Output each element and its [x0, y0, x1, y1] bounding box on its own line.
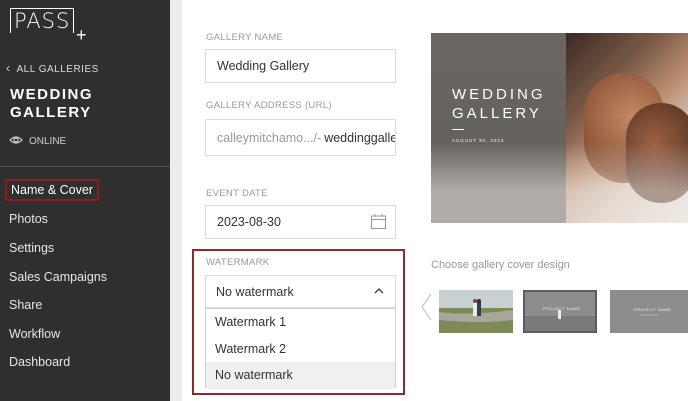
- gallery-name-value: Wedding Gallery: [217, 59, 310, 73]
- watermark-select[interactable]: No watermark: [205, 275, 396, 308]
- event-date-value: 2023-08-30: [217, 215, 281, 229]
- sidebar-item-dashboard[interactable]: Dashboard: [9, 355, 70, 369]
- cover-design-thumb[interactable]: [439, 290, 513, 333]
- cover-preview: WEDDING GALLERY AUGUST 30, 2023: [431, 33, 688, 223]
- gallery-title-line2: GALLERY: [10, 104, 92, 121]
- cover-title-line1: WEDDING: [452, 86, 546, 103]
- cover-design-thumb[interactable]: PROJECT NAME: [610, 290, 688, 333]
- sidebar-scroll-edge: [170, 0, 182, 401]
- all-galleries-link[interactable]: ‹ ALL GALLERIES: [6, 61, 99, 75]
- chevron-up-icon: [373, 285, 385, 300]
- watermark-selected-value: No watermark: [216, 284, 294, 299]
- cover-rule: [452, 129, 464, 130]
- cover-design-thumb[interactable]: PROJECT NAME: [523, 290, 597, 333]
- gallery-name-input[interactable]: Wedding Gallery: [205, 49, 396, 83]
- gallery-title: WEDDING GALLERY: [10, 86, 130, 122]
- sidebar-item-sales-campaigns[interactable]: Sales Campaigns: [9, 270, 107, 284]
- sidebar-item-share[interactable]: Share: [9, 298, 42, 312]
- pass-logo[interactable]: PASS +: [10, 8, 87, 44]
- cover-design-caption: Choose gallery cover design: [431, 259, 570, 271]
- logo-text: PASS: [10, 8, 75, 33]
- eye-icon: [9, 135, 23, 148]
- watermark-option[interactable]: No watermark: [206, 362, 395, 389]
- watermark-option[interactable]: Watermark 1: [206, 309, 395, 336]
- cover-title-line2: GALLERY: [452, 105, 542, 122]
- sidebar-item-settings[interactable]: Settings: [9, 241, 54, 255]
- gallery-title-line1: WEDDING: [10, 86, 93, 103]
- sidebar-item-photos[interactable]: Photos: [9, 212, 48, 226]
- all-galleries-label: ALL GALLERIES: [16, 64, 99, 75]
- event-date-input[interactable]: 2023-08-30: [205, 205, 396, 239]
- chevron-left-icon: ‹: [6, 61, 11, 75]
- sidebar-item-name-cover[interactable]: Name & Cover: [5, 179, 99, 201]
- gallery-address-slug: weddinggallery: [324, 130, 395, 145]
- gallery-address-label: GALLERY ADDRESS (URL): [206, 100, 332, 111]
- sidebar-item-workflow[interactable]: Workflow: [9, 327, 60, 341]
- watermark-dropdown: Watermark 1 Watermark 2 No watermark: [205, 308, 396, 389]
- gallery-address-prefix: calleymitchamo.../-: [217, 130, 322, 145]
- status-label: ONLINE: [29, 136, 67, 147]
- cover-date: AUGUST 30, 2023: [452, 138, 505, 143]
- calendar-icon[interactable]: [370, 213, 387, 233]
- chevron-left-icon[interactable]: [419, 292, 433, 327]
- watermark-label: WATERMARK: [206, 257, 270, 268]
- gallery-address-input[interactable]: calleymitchamo.../-weddinggallery: [205, 119, 396, 156]
- event-date-label: EVENT DATE: [206, 188, 268, 199]
- cover-veil: [431, 143, 688, 223]
- cover-title: WEDDING GALLERY: [452, 85, 546, 123]
- gallery-name-label: GALLERY NAME: [206, 32, 284, 43]
- sidebar: PASS + ‹ ALL GALLERIES WEDDING GALLERY ON…: [0, 0, 170, 401]
- watermark-option[interactable]: Watermark 2: [206, 336, 395, 363]
- gallery-status[interactable]: ONLINE: [9, 135, 66, 148]
- logo-plus: +: [76, 25, 87, 45]
- sidebar-divider: [0, 166, 170, 167]
